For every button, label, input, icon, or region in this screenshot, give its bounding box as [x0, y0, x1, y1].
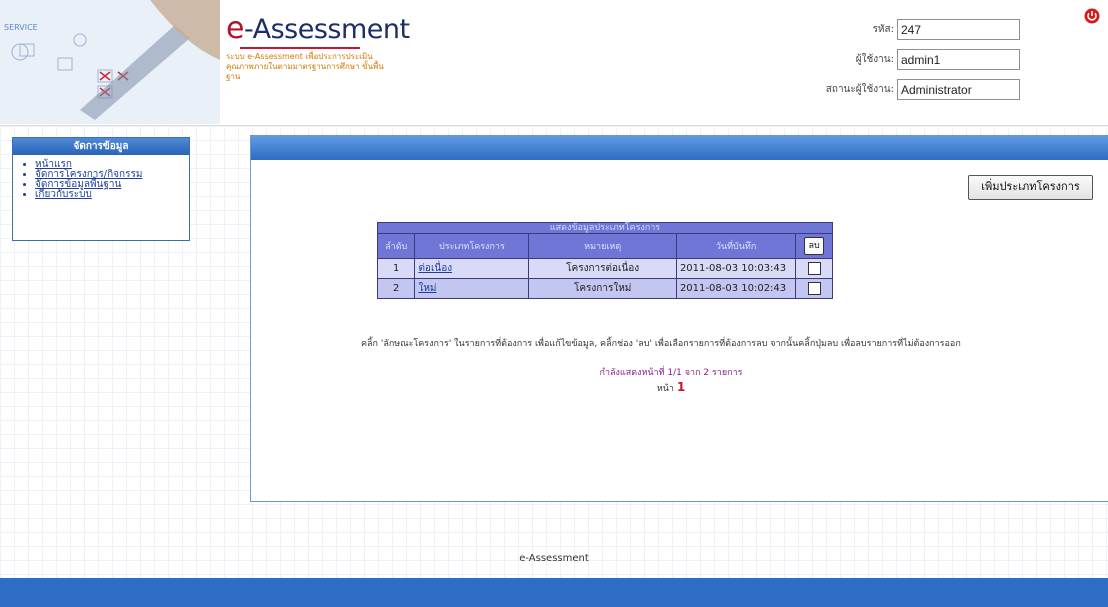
sidebar-item-about: เกี่ยวกับระบบ: [35, 190, 189, 200]
power-icon[interactable]: [1084, 8, 1100, 24]
status-label: สถานะผู้ใช้งาน:: [825, 84, 894, 95]
app-subtitle: ระบบ e-Assessment เพื่อประการประเมิน คุณ…: [226, 52, 384, 81]
sidebar-menu: หน้าแรก จัดการโครงการ/กิจกรรม จัดการข้อม…: [13, 160, 189, 200]
cell-type: ใหม่: [414, 278, 530, 299]
header: SERVICE e-Assessment ระบบ e-Assessment เ…: [0, 0, 1108, 126]
cell-note: โครงการใหม่: [528, 278, 677, 299]
cell-select: [795, 278, 833, 299]
project-type-table: แสดงข้อมูลประเภทโครงการ ลำดับ ประเภทโครง…: [376, 222, 833, 299]
table-caption: แสดงข้อมูลประเภทโครงการ: [377, 222, 833, 234]
code-label: รหัส:: [872, 24, 894, 35]
sidebar-link-about[interactable]: เกี่ยวกับระบบ: [35, 189, 92, 200]
col-header-no: ลำดับ: [376, 233, 416, 259]
code-field[interactable]: 247: [897, 19, 1020, 40]
row-checkbox[interactable]: [807, 282, 821, 295]
project-type-link[interactable]: ต่อเนื่อง: [418, 263, 452, 274]
brand: e-Assessment ระบบ e-Assessment เพื่อประก…: [226, 14, 410, 82]
page-current[interactable]: 1: [677, 380, 685, 394]
cell-date: 2011-08-03 10:03:43: [675, 258, 797, 279]
status-field[interactable]: Administrator: [897, 79, 1020, 100]
sidebar-title: จัดการข้อมูล: [13, 138, 189, 155]
main-panel: เพิ่มประเภทโครงการ แสดงข้อมูลประเภทโครงก…: [250, 135, 1108, 502]
user-label: ผู้ใช้งาน:: [855, 54, 894, 65]
cell-type: ต่อเนื่อง: [414, 258, 530, 279]
app-title-prefix: e: [226, 11, 244, 46]
pagination: หน้า 1: [551, 380, 791, 395]
sidebar: จัดการข้อมูล หน้าแรก จัดการโครงการ/กิจกร…: [12, 137, 190, 241]
table-row: 1 ต่อเนื่อง โครงการต่อเนื่อง 2011-08-03 …: [376, 258, 833, 279]
page-label: หน้า: [656, 384, 674, 394]
user-row: ผู้ใช้งาน: admin1: [780, 44, 1020, 75]
cell-select: [795, 258, 833, 279]
footer-bar: [0, 578, 1108, 607]
user-field[interactable]: admin1: [897, 49, 1020, 70]
page-info: กำลังแสดงหน้าที่ 1/1 จาก 2 รายการ: [599, 368, 743, 378]
col-header-note: หมายเหตุ: [528, 233, 677, 259]
code-row: รหัส: 247: [780, 14, 1020, 45]
help-text: คลิ้ก 'ลักษณะโครงการ' ในรายการที่ต้องการ…: [361, 339, 961, 349]
app-title-rest: -Assessment: [243, 14, 410, 45]
user-info: รหัส: 247 ผู้ใช้งาน: admin1 สถานะผู้ใช้ง…: [780, 14, 1020, 104]
footer-text: e-Assessment: [519, 553, 589, 564]
col-header-type: ประเภทโครงการ: [414, 233, 530, 259]
row-checkbox[interactable]: [807, 262, 821, 275]
delete-button[interactable]: ลบ: [804, 237, 825, 255]
status-row: สถานะผู้ใช้งาน: Administrator: [780, 74, 1020, 105]
cell-no: 2: [376, 278, 416, 299]
title-underline: [240, 47, 360, 49]
panel-header-bar: [251, 136, 1108, 160]
header-illustration: SERVICE: [0, 0, 220, 124]
cell-no: 1: [376, 258, 416, 279]
col-header-delete: ลบ: [795, 233, 833, 259]
cell-date: 2011-08-03 10:02:43: [675, 278, 797, 299]
table-row: 2 ใหม่ โครงการใหม่ 2011-08-03 10:02:43: [376, 278, 833, 299]
add-project-type-button[interactable]: เพิ่มประเภทโครงการ: [968, 175, 1093, 200]
app-title: e-Assessment: [226, 14, 410, 45]
svg-text:SERVICE: SERVICE: [4, 23, 38, 32]
cell-note: โครงการต่อเนื่อง: [528, 258, 677, 279]
col-header-date: วันที่บันทึก: [675, 233, 797, 259]
project-type-link[interactable]: ใหม่: [418, 283, 436, 294]
